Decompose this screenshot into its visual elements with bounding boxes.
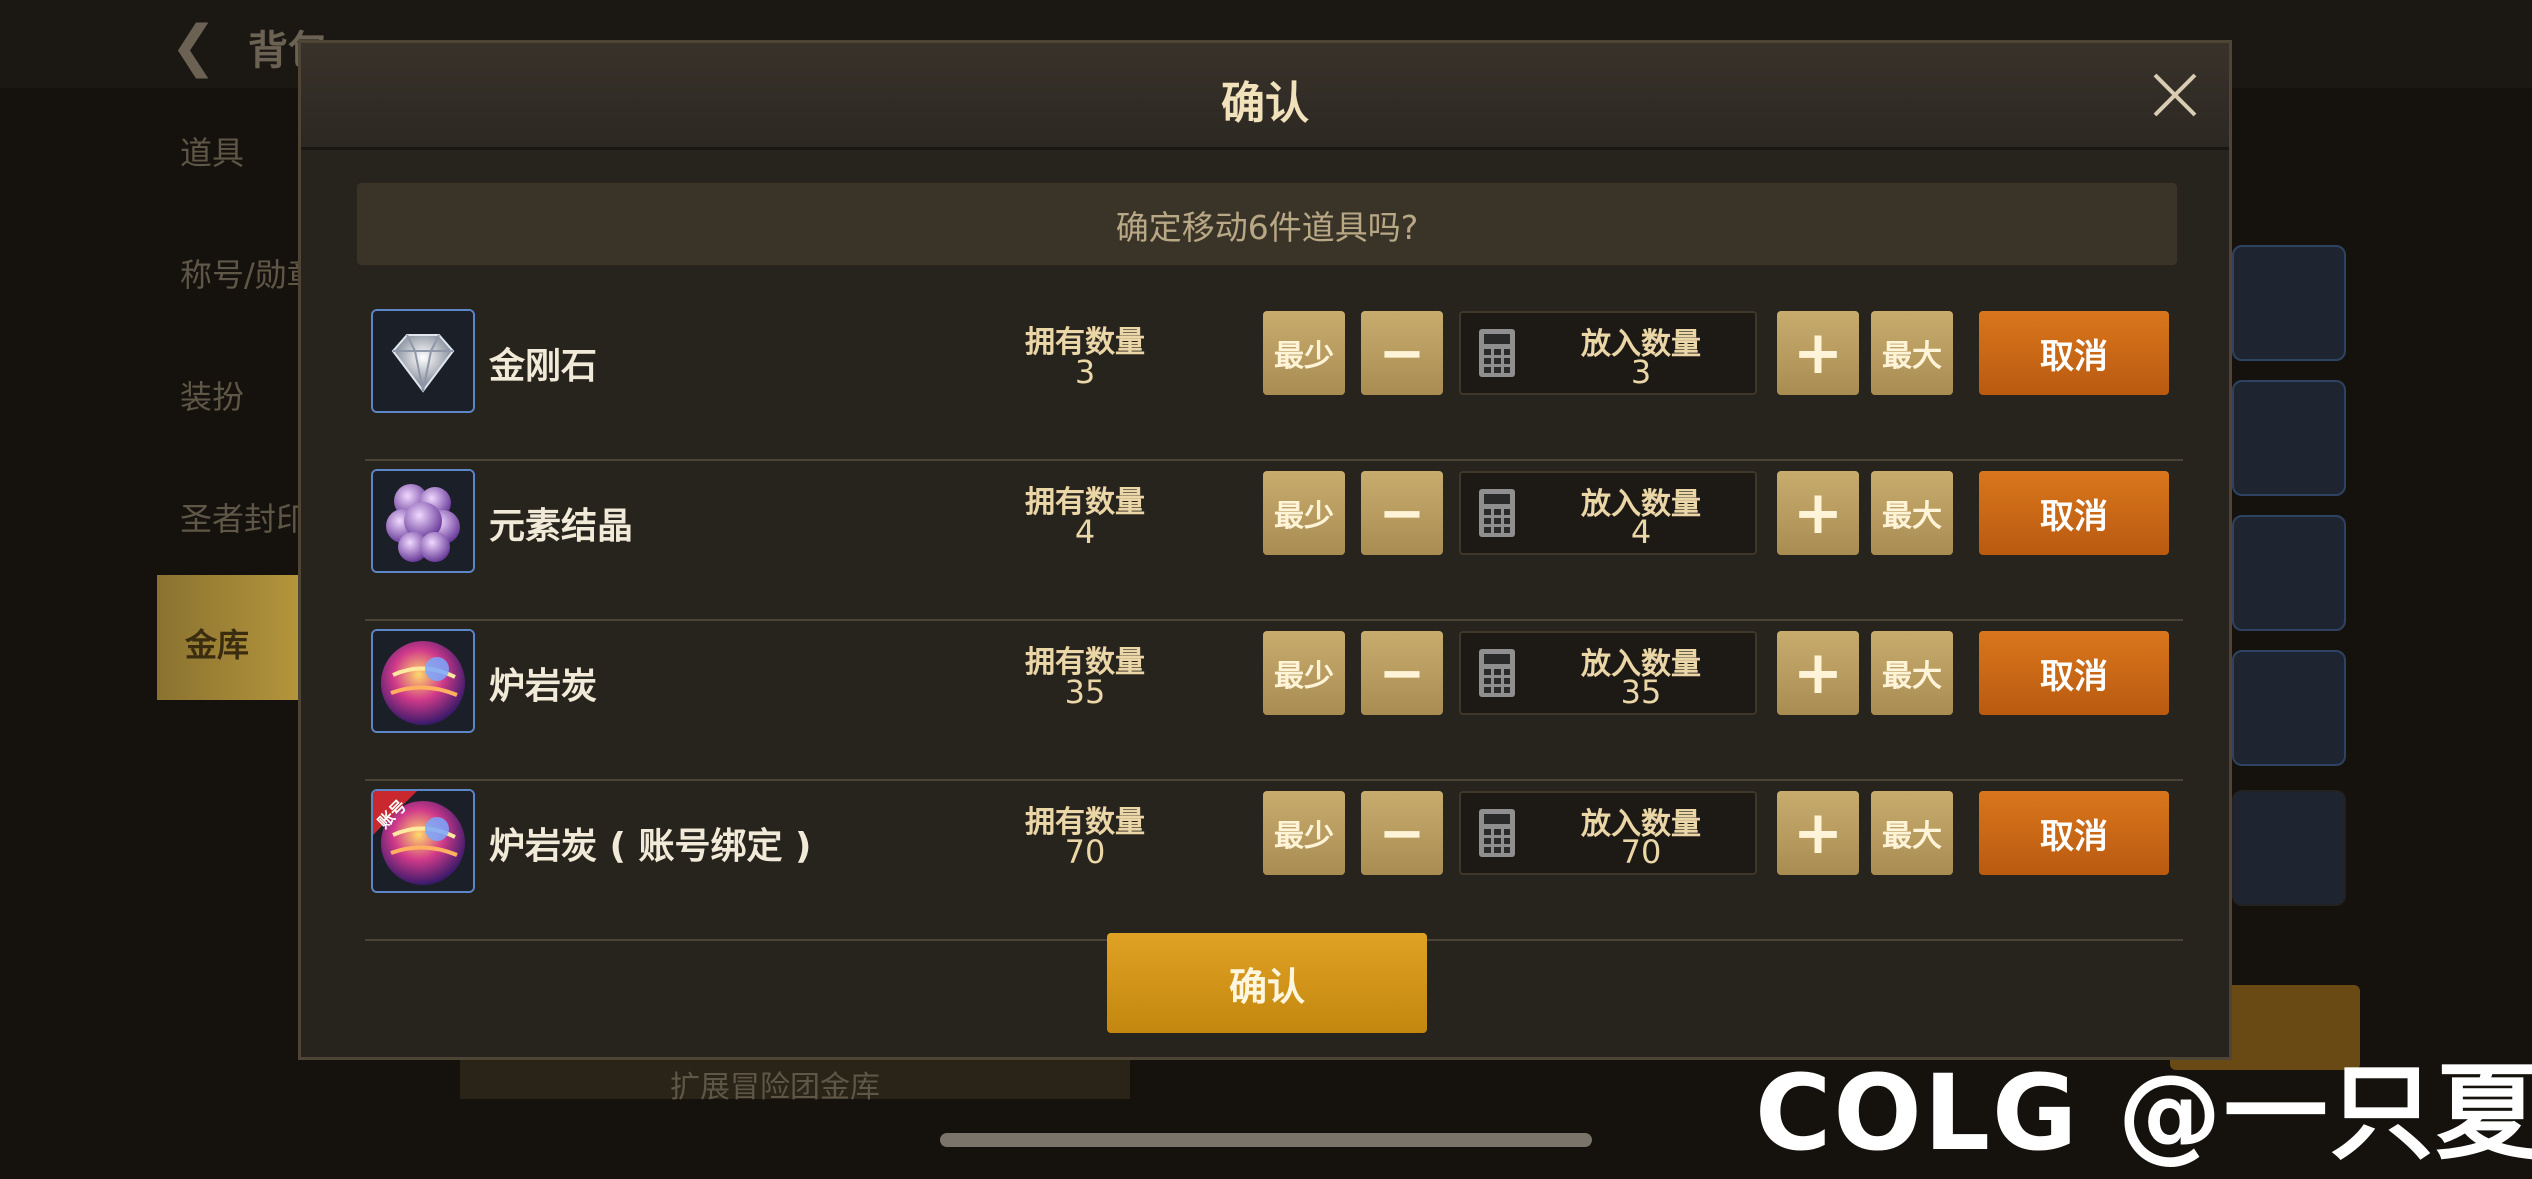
background-inventory-slot <box>2232 380 2346 496</box>
quantity-box: 放入数量 4 <box>1459 471 1757 555</box>
background-sidebar-item: 装扮 <box>180 378 245 416</box>
furnace-carbon-icon <box>371 629 475 733</box>
min-button[interactable]: 最少 <box>1263 791 1345 875</box>
calculator-icon[interactable] <box>1477 327 1517 379</box>
put-value: 3 <box>1630 353 1652 391</box>
owned-value: 4 <box>1074 513 1096 551</box>
background-inventory-slot <box>2232 790 2346 906</box>
increase-button[interactable]: + <box>1777 791 1859 875</box>
item-row: 账号 炉岩炭 ( 账号绑定 ) 拥有数量 70 最少 − 放入数量 70 + 最… <box>365 781 2183 941</box>
close-button[interactable] <box>2143 63 2207 127</box>
quantity-box: 放入数量 35 <box>1459 631 1757 715</box>
background-sidebar-item: 道具 <box>180 134 245 172</box>
watermark: COLG @一只夏天 <box>1755 1052 2532 1174</box>
item-row: 金刚石 拥有数量 3 最少 − 放入数量 3 + 最大 取消 <box>365 301 2183 461</box>
furnace-carbon-bound-icon: 账号 <box>371 789 475 893</box>
decrease-button[interactable]: − <box>1361 631 1443 715</box>
min-button[interactable]: 最少 <box>1263 631 1345 715</box>
dialog-header: 确认 <box>301 43 2229 150</box>
decrease-button[interactable]: − <box>1361 791 1443 875</box>
quantity-box: 放入数量 70 <box>1459 791 1757 875</box>
min-button[interactable]: 最少 <box>1263 311 1345 395</box>
prompt-text: 确定移动6件道具吗? <box>1115 208 1419 247</box>
max-button[interactable]: 最大 <box>1871 791 1953 875</box>
background-bottom-label: 扩展冒险团金库 <box>670 1070 880 1105</box>
quantity-box: 放入数量 3 <box>1459 311 1757 395</box>
calculator-icon[interactable] <box>1477 807 1517 859</box>
put-value: 4 <box>1630 513 1652 551</box>
item-row: 元素结晶 拥有数量 4 最少 − 放入数量 4 + 最大 取消 <box>365 461 2183 621</box>
item-name: 元素结晶 <box>489 506 634 547</box>
put-value: 35 <box>1620 673 1662 711</box>
item-name: 炉岩炭 <box>489 666 598 707</box>
background-inventory-slot <box>2232 650 2346 766</box>
increase-button[interactable]: + <box>1777 311 1859 395</box>
home-indicator[interactable] <box>940 1133 1592 1147</box>
calculator-icon[interactable] <box>1477 487 1517 539</box>
confirm-button[interactable]: 确认 <box>1107 933 1427 1033</box>
cancel-button[interactable]: 取消 <box>1979 791 2169 875</box>
diamond-icon <box>371 309 475 413</box>
prompt-bar: 确定移动6件道具吗? <box>357 183 2177 265</box>
item-name: 炉岩炭 ( 账号绑定 ) <box>489 826 812 867</box>
dialog-title: 确认 <box>1221 78 1309 129</box>
cancel-button[interactable]: 取消 <box>1979 311 2169 395</box>
background-inventory-slot <box>2232 245 2346 361</box>
min-button[interactable]: 最少 <box>1263 471 1345 555</box>
calculator-icon[interactable] <box>1477 647 1517 699</box>
owned-value: 35 <box>1064 673 1106 711</box>
max-button[interactable]: 最大 <box>1871 311 1953 395</box>
background-sidebar-item: 圣者封印 <box>180 500 309 538</box>
element-crystal-icon <box>371 469 475 573</box>
increase-button[interactable]: + <box>1777 631 1859 715</box>
item-name: 金刚石 <box>489 346 598 387</box>
owned-value: 70 <box>1064 833 1106 871</box>
max-button[interactable]: 最大 <box>1871 471 1953 555</box>
cancel-button[interactable]: 取消 <box>1979 631 2169 715</box>
cancel-button[interactable]: 取消 <box>1979 471 2169 555</box>
background-inventory-slot <box>2232 515 2346 631</box>
close-icon <box>2153 73 2197 117</box>
max-button[interactable]: 最大 <box>1871 631 1953 715</box>
background-sidebar-selected: 金库 <box>157 575 302 700</box>
increase-button[interactable]: + <box>1777 471 1859 555</box>
decrease-button[interactable]: − <box>1361 471 1443 555</box>
confirm-dialog: 确认 确定移动6件道具吗? 金刚石 拥有数量 3 最少 − 放入数量 3 + 最… <box>298 40 2232 1060</box>
put-value: 70 <box>1620 833 1662 871</box>
back-arrow-icon: ❮ <box>170 14 217 79</box>
decrease-button[interactable]: − <box>1361 311 1443 395</box>
item-row: 炉岩炭 拥有数量 35 最少 − 放入数量 35 + 最大 取消 <box>365 621 2183 781</box>
owned-value: 3 <box>1074 353 1096 391</box>
